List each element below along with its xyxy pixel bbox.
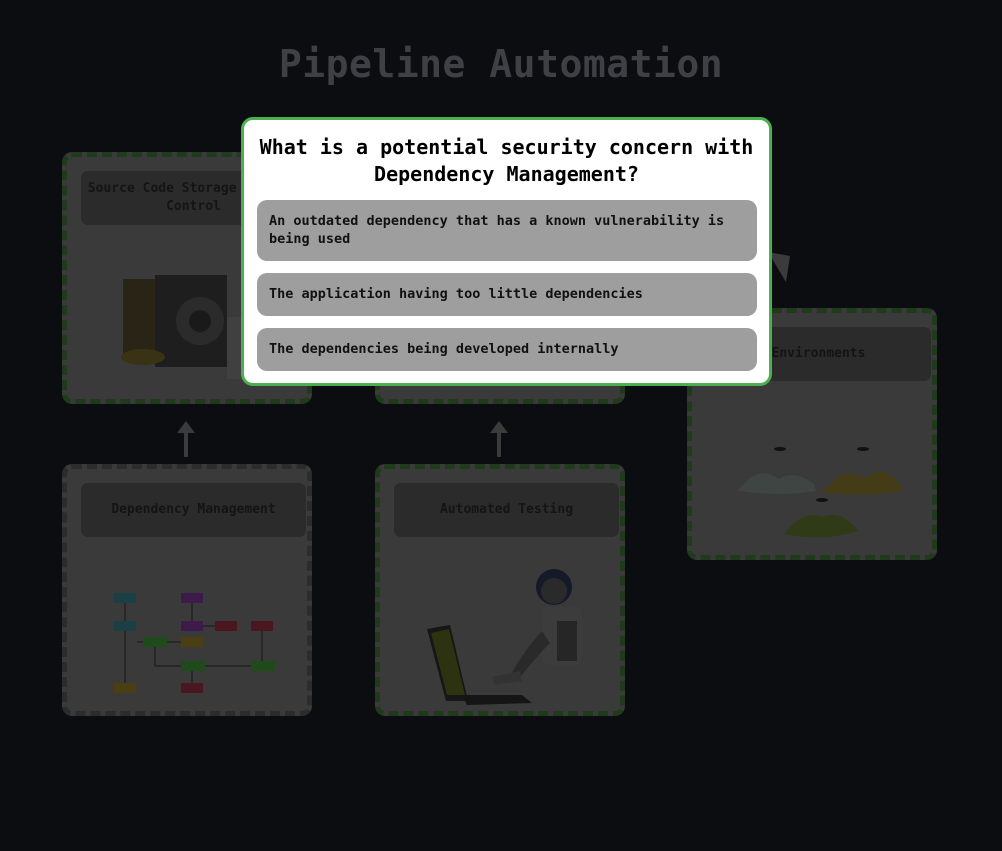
answer-option-2[interactable]: The application having too little depend… [257, 273, 757, 316]
vault-icon [121, 275, 249, 379]
card-label-testing: Automated Testing [394, 483, 619, 537]
quiz-modal: What is a potential security concern wit… [241, 117, 772, 386]
answer-option-1[interactable]: An outdated dependency that has a known … [257, 200, 757, 261]
card-label-dependency: Dependency Management [81, 483, 306, 537]
flowchart-icon [114, 593, 275, 693]
environments-icon [739, 447, 902, 538]
card-automated-testing[interactable]: Automated Testing [375, 464, 625, 716]
arrow-up-icon [177, 421, 195, 457]
answer-option-3[interactable]: The dependencies being developed interna… [257, 328, 757, 371]
page-title: Pipeline Automation [278, 42, 724, 86]
robot-laptop-icon [427, 569, 582, 705]
quiz-question: What is a potential security concern wit… [259, 135, 754, 186]
card-dependency-management[interactable]: Dependency Management [62, 464, 312, 716]
arrow-up-icon [490, 421, 508, 457]
